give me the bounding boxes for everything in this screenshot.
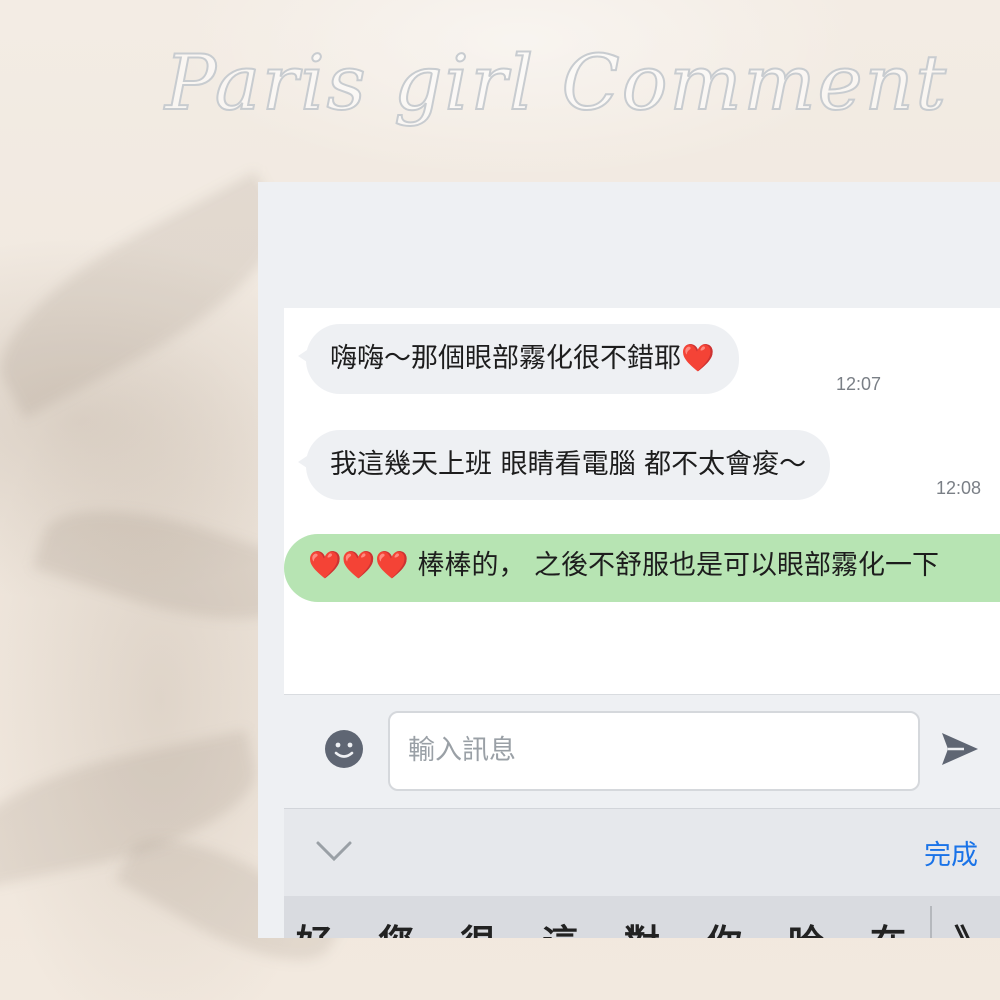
chat-header-area	[258, 182, 1000, 308]
message-text: 我這幾天上班 眼睛看電腦 都不太會痠～	[330, 449, 807, 480]
message-input[interactable]: 輸入訊息	[388, 711, 920, 791]
candidate-word[interactable]: 》	[954, 914, 990, 938]
candidate-word[interactable]: 你	[706, 914, 742, 938]
done-button[interactable]: 完成	[924, 833, 978, 872]
message-input-bar: 輸入訊息	[284, 694, 1000, 809]
heart-emoji: ❤️❤️❤️	[308, 550, 409, 581]
message-text: 嗨嗨～那個眼部霧化很不錯耶	[330, 343, 681, 374]
incoming-message[interactable]: 嗨嗨～那個眼部霧化很不錯耶❤️	[298, 324, 739, 394]
message-text: 棒棒的， 之後不舒服也是可以眼部霧化一下	[417, 550, 940, 581]
message-list[interactable]: 嗨嗨～那個眼部霧化很不錯耶❤️ 12:07 我這幾天上班 眼睛看電腦 都不太會痠…	[284, 308, 1000, 694]
incoming-message[interactable]: 我這幾天上班 眼睛看電腦 都不太會痠～	[297, 430, 831, 500]
chevron-down-icon[interactable]	[314, 831, 354, 871]
candidate-word[interactable]: 很	[460, 914, 496, 938]
page-title: Paris girl Comment	[164, 37, 949, 128]
outgoing-message[interactable]: ❤️❤️❤️ 棒棒的， 之後不舒服也是可以眼部霧化一下	[284, 534, 1000, 602]
heart-emoji: ❤️	[681, 343, 715, 374]
candidate-word[interactable]: 哈	[788, 914, 824, 938]
message-time: 12:08	[936, 478, 982, 498]
smile-icon[interactable]	[324, 729, 364, 769]
candidate-word[interactable]: 您	[378, 914, 414, 938]
candidate-word[interactable]: 好	[296, 914, 332, 938]
candidate-word[interactable]: 在	[870, 914, 906, 938]
candidate-word[interactable]: 對	[624, 914, 660, 938]
send-icon[interactable]	[938, 727, 982, 771]
message-time: 12:07	[836, 374, 882, 394]
keyboard-toolbar: 完成	[284, 808, 1000, 897]
candidate-word[interactable]: 這	[542, 914, 578, 938]
candidate-bar: 好 您 很 這 對 你 哈 在 》	[284, 896, 1000, 938]
candidate-divider	[930, 906, 932, 938]
chat-screen: 嗨嗨～那個眼部霧化很不錯耶❤️ 12:07 我這幾天上班 眼睛看電腦 都不太會痠…	[258, 182, 1000, 938]
